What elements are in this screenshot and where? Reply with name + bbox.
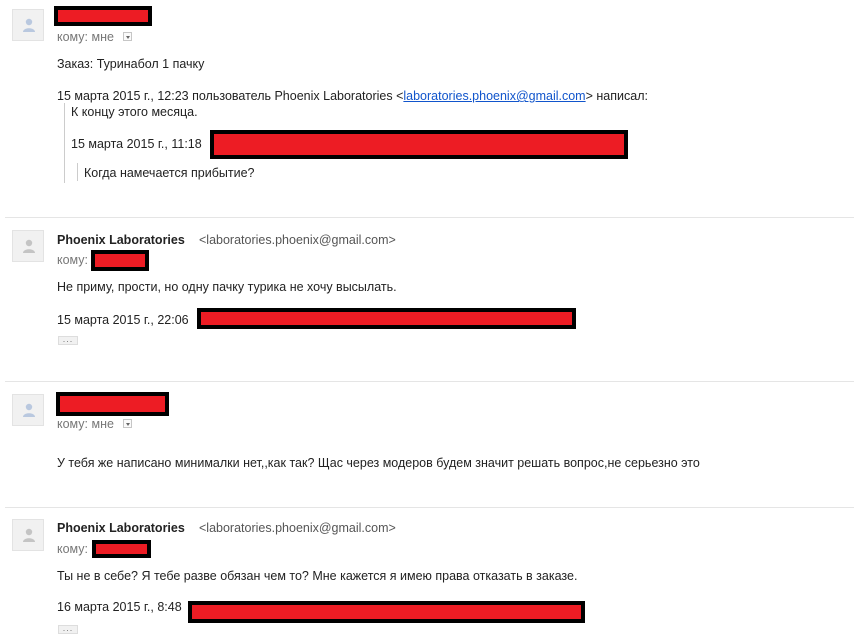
recipient-label: кому: мне [57, 30, 114, 44]
message-3: кому: мне У тебя же написано минималки н… [0, 382, 854, 507]
sender-avatar[interactable] [12, 394, 44, 426]
sender-email: <laboratories.phoenix@gmail.com> [199, 521, 396, 535]
person-silhouette-icon [23, 403, 35, 417]
message-body: Заказ: Туринабол 1 пачку [57, 57, 205, 71]
message-body: Не приму, прости, но одну пачку турика н… [57, 280, 397, 294]
sender-name[interactable]: Phoenix Laboratories [57, 521, 185, 535]
chevron-down-icon[interactable] [123, 32, 132, 41]
person-silhouette-icon [23, 18, 35, 32]
message-2: Phoenix Laboratories <laboratories.phoen… [0, 218, 854, 381]
nested-quote-header: 15 марта 2015 г., 11:18 [71, 137, 202, 151]
sender-name[interactable]: Phoenix Laboratories [57, 233, 185, 247]
redacted-recipient [91, 250, 149, 271]
redacted-sender-info [210, 130, 628, 159]
quoted-text: К концу этого месяца. [71, 105, 198, 119]
redacted-sender-name [56, 392, 169, 416]
nested-quoted-text: Когда намечается прибытие? [84, 166, 255, 180]
ellipsis-icon[interactable]: ... [58, 335, 78, 345]
message-body: У тебя же написано минималки нет,,как та… [57, 456, 700, 470]
redacted-sender-info [188, 601, 585, 623]
sender-avatar[interactable] [12, 230, 44, 262]
ellipsis-icon[interactable]: ... [58, 624, 78, 634]
redacted-sender-name [54, 6, 152, 26]
message-4: Phoenix Laboratories <laboratories.phoen… [0, 508, 854, 643]
recipient-label: кому: [57, 253, 89, 267]
sender-email: <laboratories.phoenix@gmail.com> [199, 233, 396, 247]
quote-header-suffix: > написал: [585, 89, 648, 103]
quote-header: 15 марта 2015 г., 22:06 [57, 313, 189, 327]
sender-email-link[interactable]: laboratories.phoenix@gmail.com [403, 89, 585, 103]
quote-header: 15 марта 2015 г., 12:23 пользователь Pho… [57, 89, 648, 103]
message-1: кому: мне Заказ: Туринабол 1 пачку 15 ма… [0, 0, 854, 217]
quote-header: 16 марта 2015 г., 8:48 [57, 600, 182, 614]
nested-quote-bar [77, 163, 78, 181]
sender-avatar[interactable] [12, 519, 44, 551]
quote-bar [64, 103, 65, 183]
person-silhouette-icon [23, 239, 35, 253]
message-body: Ты не в себе? Я тебе разве обязан чем то… [57, 569, 578, 583]
person-silhouette-icon [23, 528, 35, 542]
redacted-recipient [92, 540, 151, 558]
recipient-label: кому: [57, 542, 89, 556]
chevron-down-icon[interactable] [123, 419, 132, 428]
sender-avatar[interactable] [12, 9, 44, 41]
redacted-sender-info [197, 308, 576, 329]
recipient-label: кому: мне [57, 417, 114, 431]
quote-header-prefix: 15 марта 2015 г., 12:23 пользователь Pho… [57, 89, 404, 103]
